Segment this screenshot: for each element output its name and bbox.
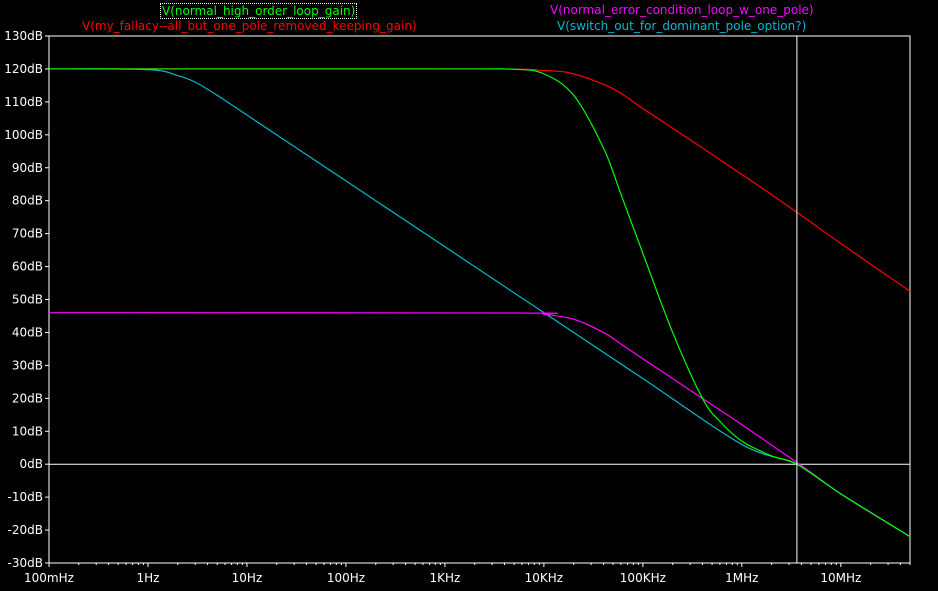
- y-tick-label: 110dB: [4, 95, 43, 109]
- x-tick-label: 100KHz: [620, 571, 666, 585]
- x-tick-label: 1KHz: [429, 571, 460, 585]
- bode-plot: 130dB 120dB 110dB 100dB 90dB 80dB 70dB 60dB 50dB…: [4, 29, 911, 585]
- y-tick-label: -20dB: [8, 523, 43, 537]
- y-tick-label: 130dB: [4, 29, 43, 43]
- y-tick-label: 70dB: [12, 227, 43, 241]
- y-tick-label: 100dB: [4, 128, 43, 142]
- y-tick-label: -10dB: [8, 490, 43, 504]
- y-tick-label: 60dB: [12, 260, 43, 274]
- y-axis-ticks: 130dB 120dB 110dB 100dB 90dB 80dB 70dB 60dB 50dB…: [4, 29, 49, 570]
- x-tick-label: 10MHz: [820, 571, 861, 585]
- y-tick-label: 20dB: [12, 391, 43, 405]
- legend-entry-1[interactable]: V(my_fallacy--all_but_one_pole_removed_k…: [82, 19, 417, 33]
- x-tick-label: 100mHz: [24, 571, 74, 585]
- y-tick-label: -30dB: [8, 556, 43, 570]
- y-tick-label: 30dB: [12, 358, 43, 372]
- x-tick-label: 1MHz: [725, 571, 758, 585]
- y-tick-label: 0dB: [20, 457, 43, 471]
- legend-entry-2[interactable]: V(normal_error_condition_loop_w_one_pole…: [550, 3, 814, 17]
- y-tick-label: 50dB: [12, 293, 43, 307]
- x-tick-label: 100Hz: [327, 571, 365, 585]
- legend-entry-0[interactable]: V(normal_high_order_loop_gain): [160, 3, 358, 19]
- plot-area-frame: [48, 35, 911, 564]
- legend-entry-3[interactable]: V(switch_out_for_dominant_pole_option?): [557, 19, 806, 33]
- y-tick-label: 90dB: [12, 161, 43, 175]
- y-tick-label: 10dB: [12, 424, 43, 438]
- x-tick-label: 10Hz: [232, 571, 263, 585]
- y-tick-label: 40dB: [12, 325, 43, 339]
- x-axis-ticks: 100mHz 1Hz 10Hz 100Hz 1KHz 10KHz 100KHz 1MHz 10M…: [24, 563, 911, 585]
- y-tick-label: 120dB: [4, 62, 43, 76]
- y-tick-label: 80dB: [12, 194, 43, 208]
- x-tick-label: 1Hz: [136, 571, 159, 585]
- x-tick-label: 10KHz: [525, 571, 563, 585]
